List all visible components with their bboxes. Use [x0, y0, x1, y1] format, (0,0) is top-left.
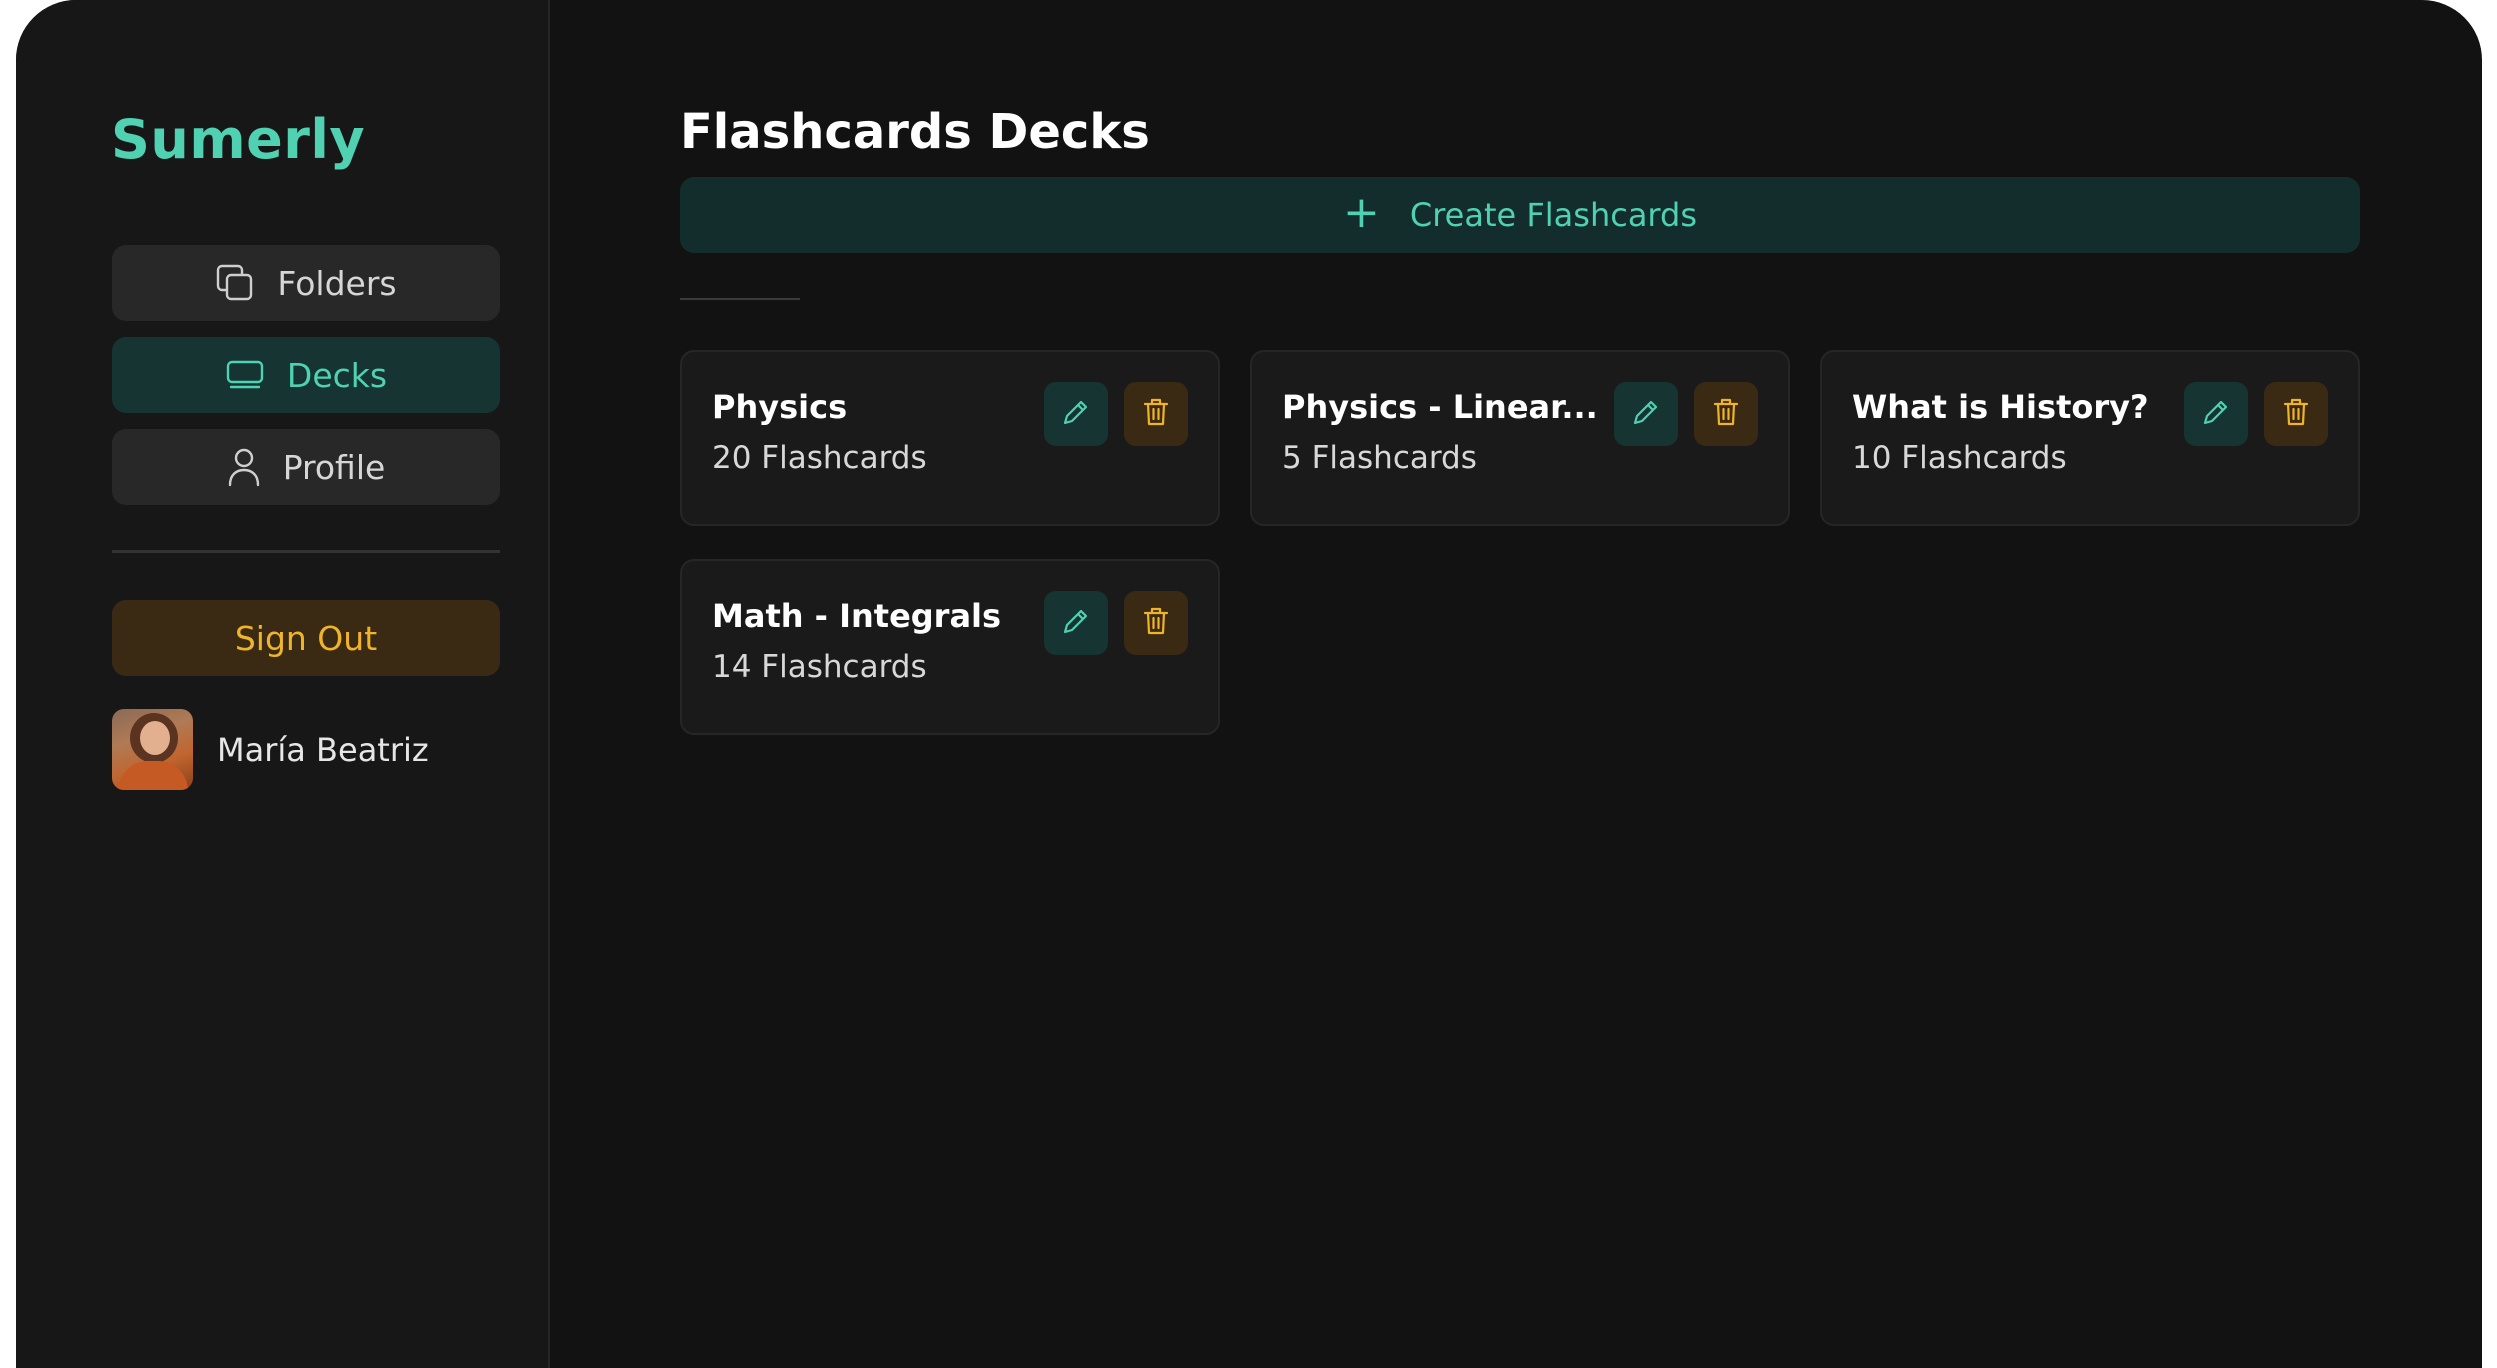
pencil-icon — [2201, 397, 2231, 431]
trash-icon — [2282, 397, 2310, 431]
edit-deck-button[interactable] — [1614, 382, 1678, 446]
deck-count: 14 Flashcards — [712, 649, 927, 685]
folders-icon — [215, 263, 255, 303]
deck-icon — [225, 359, 265, 391]
sidebar-item-label: Decks — [286, 355, 388, 395]
deck-card[interactable]: Math - Integrals 14 Flashcards — [680, 559, 1220, 735]
deck-title: Math - Integrals — [712, 597, 1002, 635]
avatar — [112, 709, 193, 790]
deck-title: What is History? — [1852, 388, 2149, 426]
deck-card[interactable]: Physics 20 Flashcards — [680, 350, 1220, 526]
sidebar: Sumerly Folders Decks Profile Sign Out M… — [16, 0, 550, 1368]
edit-deck-button[interactable] — [1044, 382, 1108, 446]
page-title: Flashcards Decks — [680, 104, 1150, 160]
deck-title: Physics — [712, 388, 848, 426]
trash-icon — [1142, 606, 1170, 640]
delete-deck-button[interactable] — [1124, 382, 1188, 446]
section-divider — [680, 298, 800, 300]
brand-logo: Sumerly — [111, 108, 366, 171]
sign-out-button[interactable]: Sign Out — [112, 600, 500, 676]
sidebar-item-profile[interactable]: Profile — [112, 429, 500, 505]
user-icon — [227, 447, 261, 487]
user-name: María Beatriz — [217, 730, 429, 769]
create-flashcards-button[interactable]: + Create Flashcards — [680, 177, 2360, 253]
pencil-icon — [1631, 397, 1661, 431]
trash-icon — [1142, 397, 1170, 431]
plus-icon: + — [1342, 187, 1380, 238]
edit-deck-button[interactable] — [1044, 591, 1108, 655]
sidebar-item-label: Profile — [282, 447, 386, 487]
deck-title: Physics - Linear... — [1282, 388, 1598, 426]
deck-card[interactable]: What is History? 10 Flashcards — [1820, 350, 2360, 526]
deck-count: 5 Flashcards — [1282, 440, 1477, 476]
pencil-icon — [1061, 397, 1091, 431]
deck-count: 10 Flashcards — [1852, 440, 2067, 476]
sidebar-item-folders[interactable]: Folders — [112, 245, 500, 321]
edit-deck-button[interactable] — [2184, 382, 2248, 446]
deck-count: 20 Flashcards — [712, 440, 927, 476]
create-flashcards-label: Create Flashcards — [1409, 196, 1697, 234]
app-window: Sumerly Folders Decks Profile Sign Out M… — [16, 0, 2482, 1368]
pencil-icon — [1061, 606, 1091, 640]
user-profile[interactable]: María Beatriz — [112, 709, 429, 790]
delete-deck-button[interactable] — [1694, 382, 1758, 446]
delete-deck-button[interactable] — [1124, 591, 1188, 655]
sidebar-item-label: Folders — [277, 263, 397, 303]
sidebar-item-decks[interactable]: Decks — [112, 337, 500, 413]
sidebar-divider — [112, 550, 500, 553]
trash-icon — [1712, 397, 1740, 431]
deck-card[interactable]: Physics - Linear... 5 Flashcards — [1250, 350, 1790, 526]
delete-deck-button[interactable] — [2264, 382, 2328, 446]
